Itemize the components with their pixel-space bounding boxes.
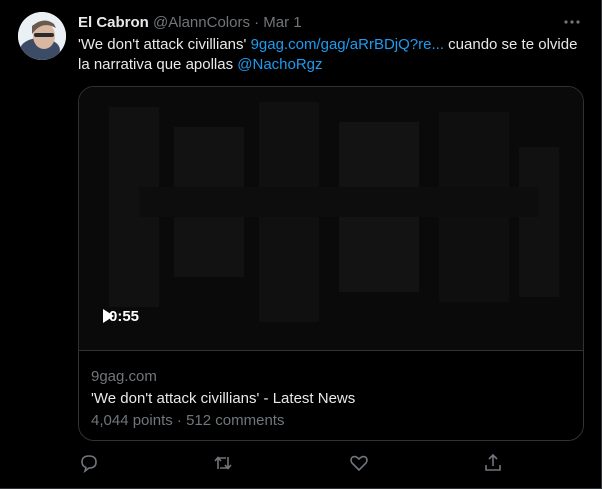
tweet-header: El Cabron @AlannColors · Mar 1 [78, 13, 561, 33]
card-stats-dot: · [176, 412, 182, 429]
card-comments: 512 comments [186, 412, 285, 429]
display-name[interactable]: El Cabron [78, 14, 149, 31]
card-stats: 4,044 points · 512 comments [91, 410, 355, 432]
tweet-date[interactable]: Mar 1 [263, 14, 301, 31]
more-dots-icon[interactable] [561, 12, 583, 32]
avatar[interactable] [18, 12, 66, 60]
link-card[interactable]: 0:55 9gag.com 'We don't attack civillian… [78, 86, 584, 441]
user-handle[interactable]: @AlannColors [153, 14, 250, 31]
card-points: 4,044 points [91, 412, 173, 429]
tweet-link[interactable]: 9gag.com/gag/aRrBDjQ?re... [251, 36, 444, 53]
like-icon[interactable] [348, 452, 370, 474]
tweet-text: 'We don't attack civillians' 9gag.com/ga… [78, 35, 588, 75]
header-separator: · [254, 14, 260, 31]
retweet-icon[interactable] [212, 452, 234, 474]
tweet-container[interactable]: El Cabron @AlannColors · Mar 1 'We don't… [0, 0, 602, 489]
card-title: 'We don't attack civillians' - Latest Ne… [91, 390, 356, 407]
card-meta[interactable]: 9gag.com 'We don't attack civillians' - … [91, 366, 355, 432]
tweet-text-before: 'We don't attack civillians' [78, 36, 251, 53]
video-play-control[interactable]: 0:55 [101, 308, 139, 325]
share-icon[interactable] [482, 452, 504, 474]
tweet-actions [78, 452, 508, 474]
mention-link[interactable]: @NachoRgz [237, 56, 322, 73]
video-thumbnail[interactable]: 0:55 [79, 87, 583, 351]
reply-icon[interactable] [78, 452, 100, 474]
card-domain: 9gag.com [91, 368, 157, 385]
